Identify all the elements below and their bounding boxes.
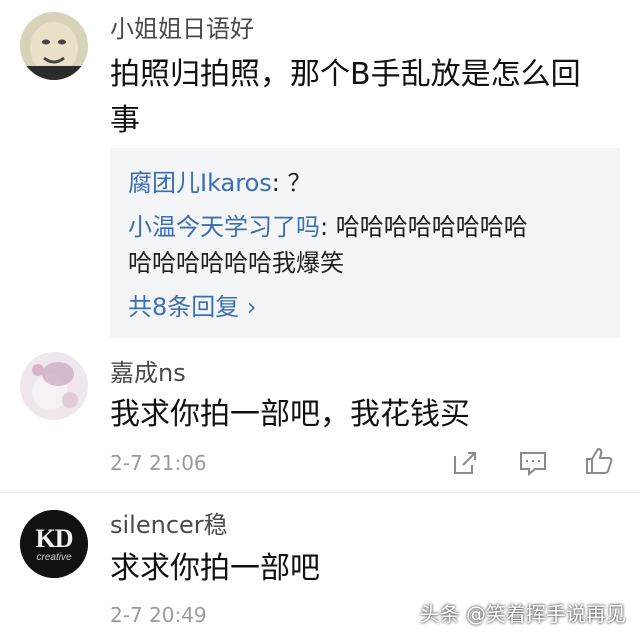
timestamp: 2-7 20:49 — [110, 603, 207, 627]
username[interactable]: 嘉成ns — [110, 358, 186, 388]
reply-text: 哈哈哈哈哈哈哈哈 — [328, 213, 528, 241]
comment-icon[interactable] — [518, 448, 548, 478]
reply-preview-box[interactable]: 腐团儿Ikaros: ？ 小温今天学习了吗: 哈哈哈哈哈哈哈哈 哈哈哈哈哈哈我爆… — [110, 148, 620, 338]
username[interactable]: silencer稳 — [110, 510, 228, 540]
comment-text: 拍照归拍照，那个B手乱放是怎么回事 — [110, 57, 581, 138]
divider — [0, 492, 640, 493]
avatar-logo-text: KD — [35, 524, 74, 553]
reply-separator: : — [320, 213, 329, 241]
avatar-image — [20, 352, 88, 420]
username[interactable]: 小姐姐日语好 — [110, 14, 254, 44]
reply-item: 小温今天学习了吗: 哈哈哈哈哈哈哈哈 — [128, 210, 528, 244]
watermark: 头条 @笑着挥手说再见 — [419, 602, 626, 626]
share-icon[interactable] — [450, 448, 480, 478]
reply-separator: : — [271, 169, 280, 197]
view-more-replies-link[interactable]: 共8条回复 › — [128, 290, 257, 324]
avatar-image — [20, 12, 88, 80]
like-icon[interactable] — [584, 446, 614, 476]
avatar-logo-subtext: creative — [36, 552, 72, 563]
reply-text: ？ — [279, 169, 312, 197]
avatar[interactable] — [20, 352, 88, 420]
timestamp: 2-7 21:06 — [110, 451, 207, 475]
avatar[interactable]: KD creative — [20, 510, 88, 578]
comment-text: 求求你拍一部吧 — [110, 551, 320, 586]
reply-author[interactable]: 小温今天学习了吗 — [128, 213, 320, 241]
comment-text: 我求你拍一部吧，我花钱买 — [110, 397, 470, 432]
reply-item: 腐团儿Ikaros: ？ — [128, 166, 312, 200]
reply-text-continued: 哈哈哈哈哈哈我爆笑 — [128, 249, 344, 277]
reply-author[interactable]: 腐团儿Ikaros — [128, 169, 272, 197]
avatar[interactable] — [20, 12, 88, 80]
